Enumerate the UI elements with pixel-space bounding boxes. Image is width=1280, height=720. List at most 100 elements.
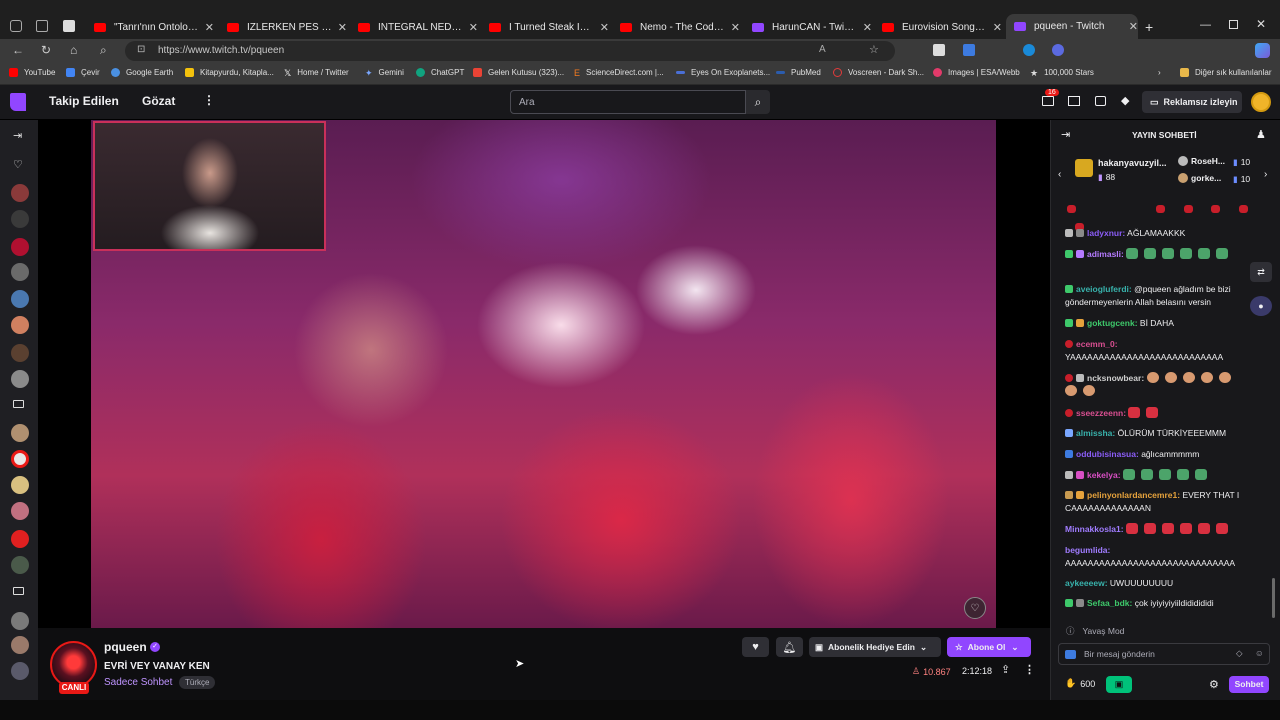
bookmark[interactable]: YouTube [9, 68, 55, 77]
tag-language[interactable]: Türkçe [179, 676, 216, 689]
followed-channel-avatar[interactable] [11, 370, 29, 388]
followed-channel-avatar[interactable] [11, 612, 29, 630]
browser-tab[interactable]: Eurovision Song Contest ✕ [882, 16, 1002, 38]
bookmark[interactable]: Eyes On Exoplanets... [676, 68, 770, 77]
bookmark[interactable]: ★ 100,000 Stars [1030, 68, 1094, 78]
emote-picker-icon[interactable]: ☺ [1255, 648, 1264, 658]
more-menu-icon[interactable]: ⋮ [203, 93, 215, 107]
browser-tab[interactable]: "Tanrı'nın Ontolojik Kanıt ✕ [94, 16, 214, 38]
chat-username[interactable]: adimasli: [1087, 249, 1124, 259]
browser-tab[interactable]: İZLERKEN PES DİYECEĞİ ✕ [227, 16, 347, 38]
search-icon[interactable]: ⌕ [100, 43, 107, 58]
bookmark[interactable]: ✦ Gemini [365, 68, 404, 78]
ad-free-button[interactable]: ▭ Reklamsız izleyin [1142, 91, 1242, 113]
follow-heart-button[interactable]: ♥ [742, 637, 769, 657]
bookmarks-overflow-icon[interactable]: › [1158, 68, 1161, 77]
chat-username[interactable]: oddubisinasua: [1076, 449, 1139, 459]
chat-username[interactable]: pelinyonlardancemre1: [1087, 490, 1180, 500]
chat-send-button[interactable]: Sohbet [1229, 676, 1269, 693]
twitch-logo[interactable] [10, 93, 26, 111]
extension-icon[interactable] [1023, 44, 1035, 56]
browser-tab-active[interactable]: pqueen - Twitch ✕ [1006, 14, 1138, 39]
followed-channel-avatar[interactable] [11, 210, 29, 228]
home-icon[interactable]: ⌂ [70, 43, 77, 57]
nav-following[interactable]: Takip Edilen [49, 94, 119, 108]
close-icon[interactable]: ✕ [863, 21, 872, 34]
leaderboard-third-user[interactable]: gorke... [1178, 173, 1221, 183]
followed-channel-avatar[interactable] [11, 636, 29, 654]
chat-username[interactable]: ladyxnur: [1087, 228, 1125, 238]
collapse-chat-icon[interactable]: ⇥ [1061, 128, 1070, 141]
chat-users-icon[interactable]: ♟ [1256, 128, 1266, 141]
translate-icon[interactable]: ⇄ [1250, 262, 1272, 282]
followed-channel-avatar[interactable] [11, 530, 29, 548]
channel-avatar[interactable] [50, 641, 97, 688]
followed-channel-avatar[interactable] [11, 662, 29, 680]
followed-channel-avatar[interactable] [11, 476, 29, 494]
bookmark[interactable]: ChatGPT [416, 68, 464, 77]
chat-scrollbar[interactable] [1272, 578, 1275, 618]
chat-username[interactable]: ncksnowbear: [1087, 373, 1144, 383]
heart-icon[interactable]: ♡ [964, 597, 986, 619]
copilot-icon[interactable] [1255, 43, 1270, 58]
chat-input[interactable]: Bir mesaj gönderin ◇ ☺ [1058, 643, 1270, 665]
user-avatar[interactable] [1251, 92, 1271, 112]
close-icon[interactable]: ✕ [205, 21, 214, 34]
maximize-icon[interactable] [1229, 20, 1238, 29]
followed-channel-avatar[interactable] [11, 424, 29, 442]
close-icon[interactable]: ✕ [731, 21, 740, 34]
tab-search-icon[interactable] [36, 20, 48, 32]
whispers-icon[interactable] [1068, 96, 1080, 106]
tab-actions-icon[interactable] [10, 20, 22, 32]
followed-channel-avatar[interactable] [11, 316, 29, 334]
close-icon[interactable]: ✕ [469, 21, 478, 34]
leaderboard-top-user[interactable]: hakanyavuzyil... [1098, 158, 1167, 168]
browser-tab[interactable]: İNTEGRAL NEDİR? - YouT ✕ [358, 16, 478, 38]
minimize-icon[interactable]: — [1200, 19, 1211, 31]
chat-username[interactable]: ecemm_0: [1076, 339, 1118, 349]
gift-sub-button[interactable]: ▣ Abonelik Hediye Edin ⌄ [809, 637, 941, 657]
bookmark[interactable]: Çevir [66, 68, 100, 77]
close-icon[interactable]: ✕ [338, 21, 347, 34]
close-icon[interactable]: ✕ [1129, 20, 1138, 33]
followed-channel-avatar[interactable] [11, 238, 29, 256]
back-icon[interactable]: ← [12, 43, 24, 57]
settings-icon[interactable]: ⚙ [1209, 678, 1219, 691]
browser-tab[interactable]: I Turned Steak Into Bread ✕ [489, 16, 609, 38]
bookmark[interactable]: Google Earth [111, 68, 173, 77]
extension-icon[interactable] [1052, 44, 1064, 56]
new-tab-button[interactable]: + [1145, 19, 1153, 35]
chat-username[interactable]: begumlida: [1065, 545, 1110, 555]
followed-channel-avatar[interactable] [11, 290, 29, 308]
followed-channel-avatar[interactable] [11, 556, 29, 574]
close-icon[interactable]: ✕ [993, 21, 1002, 34]
followed-channel-avatar[interactable] [11, 184, 29, 202]
bookmark[interactable]: PubMed [776, 68, 821, 77]
bookmark[interactable]: Images | ESA/Webb [933, 68, 1020, 77]
search-input[interactable]: Ara [510, 90, 746, 114]
bookmark[interactable]: Kitapyurdu, Kitapla... [185, 68, 274, 77]
bookmark[interactable]: Gelen Kutusu (323)... [473, 68, 564, 77]
channel-points[interactable]: ✋ 600 [1065, 678, 1095, 689]
bookmark[interactable]: Voscreen - Dark Sh... [833, 68, 924, 77]
bits-icon[interactable]: ◇ [1236, 648, 1243, 659]
window-close-icon[interactable]: ✕ [1256, 17, 1266, 31]
other-bookmarks[interactable]: Diğer sık kullanılanlar [1180, 68, 1271, 77]
followed-channel-avatar[interactable] [11, 502, 29, 520]
browser-tab[interactable]: HarunCAN - Twitch ✕ [752, 16, 872, 38]
sidebar-toggle-icon[interactable] [63, 20, 75, 32]
chat-username[interactable]: aykeeeew: [1065, 578, 1108, 588]
leaderboard-prev-icon[interactable]: ‹ [1058, 169, 1061, 180]
extension-icon[interactable] [933, 44, 945, 56]
bookmark[interactable]: E ScienceDirect.com |... [574, 68, 664, 78]
close-icon[interactable]: ✕ [600, 21, 609, 34]
star-icon[interactable]: ☆ [869, 43, 879, 56]
leaderboard-second-user[interactable]: RoseH... [1178, 156, 1225, 166]
share-icon[interactable]: ⇪ [1001, 663, 1010, 676]
crown-icon[interactable]: ◆ [1121, 94, 1129, 107]
translate-icon[interactable] [963, 44, 975, 56]
channel-name[interactable]: pqueen [104, 640, 147, 654]
search-button[interactable]: ⌕ [746, 90, 770, 114]
browser-tab[interactable]: Nemo - The Code | Switz ✕ [620, 16, 740, 38]
chat-username[interactable]: Minnakkosla1: [1065, 524, 1124, 534]
